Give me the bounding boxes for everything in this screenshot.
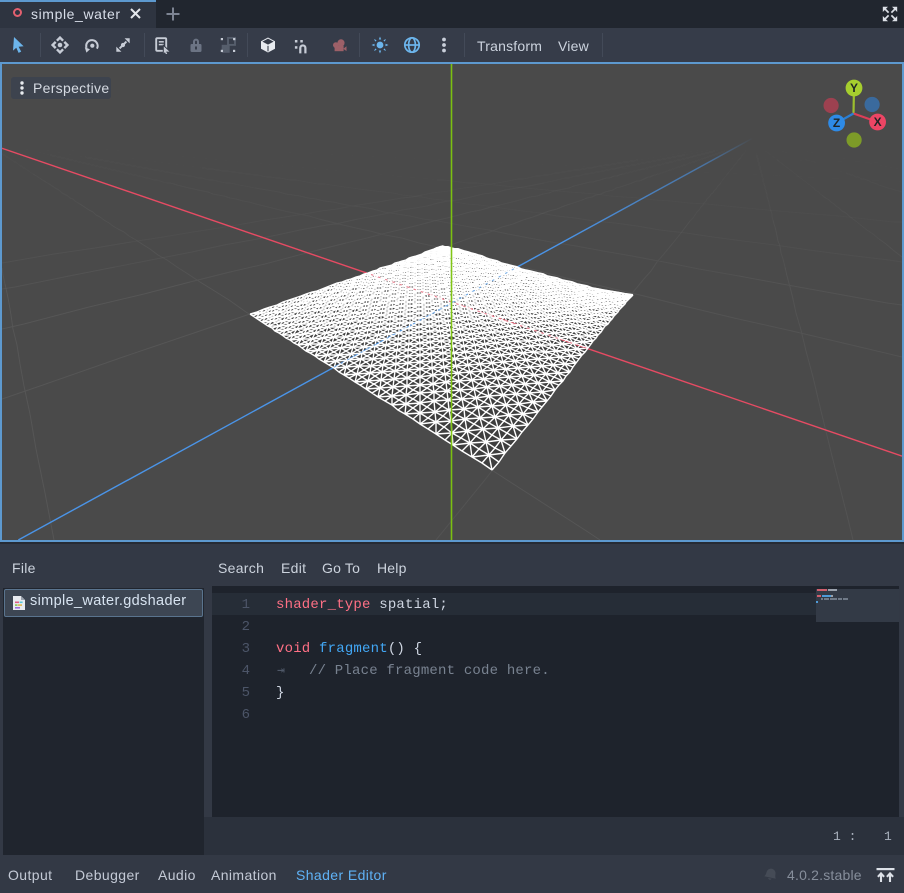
svg-text:Z: Z [833,116,840,130]
svg-text:Y: Y [850,81,858,95]
svg-text:X: X [874,115,882,129]
